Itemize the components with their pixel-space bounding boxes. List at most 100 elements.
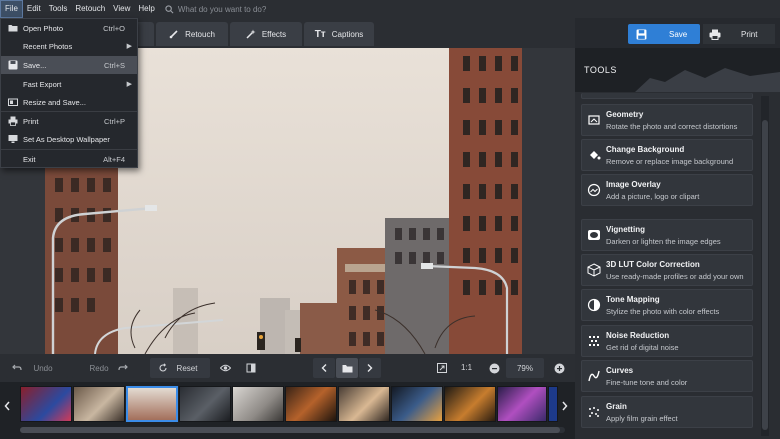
filmstrip-thumb[interactable] [391,386,443,422]
fit-screen-button[interactable] [432,358,452,378]
print-button[interactable]: Print [703,24,775,44]
filmstrip-thumb[interactable] [73,386,125,422]
vignette-icon [588,230,600,240]
tab-effects[interactable]: Effects [230,22,302,46]
monitor-icon [8,135,18,143]
tool-desc: Fine-tune tone and color [606,378,688,387]
tool-noise-reduction[interactable]: Noise Reduction Get rid of digital noise [581,325,753,357]
undo-button[interactable]: Undo [6,358,68,378]
reset-icon [159,363,167,372]
filmstrip-thumb[interactable] [444,386,496,422]
menu-item-exit[interactable]: Exit Alt+F4 [1,150,137,168]
menu-item-shortcut: Alt+F4 [103,154,125,164]
filmstrip-thumb[interactable] [338,386,390,422]
menu-view[interactable]: View [109,0,134,18]
menu-item-recent-photos[interactable]: Recent Photos ▶ [1,37,137,55]
tool-grain[interactable]: Grain Apply film grain effect [581,396,753,428]
filmstrip-thumb-selected[interactable] [126,386,178,422]
filmstrip-thumb[interactable] [179,386,231,422]
file-menu-dropdown: Open Photo Ctrl+O Recent Photos ▶ Save..… [0,18,138,168]
tool-image-overlay[interactable]: Image Overlay Add a picture, logo or cli… [581,174,753,206]
chevron-left-icon [321,364,327,372]
menu-item-set-wallpaper[interactable]: Set As Desktop Wallpaper [1,130,137,148]
search-placeholder: What do you want to do? [177,4,267,14]
tool-title: Grain [606,402,627,411]
filmstrip-thumb[interactable] [285,386,337,422]
noise-icon [589,336,599,346]
grain-icon [589,407,599,417]
open-folder-button[interactable] [336,358,358,378]
zoom-out-button[interactable] [484,358,504,378]
undo-icon [12,364,22,371]
tool-desc: Darken or lighten the image edges [606,237,721,246]
menu-item-open-photo[interactable]: Open Photo Ctrl+O [1,19,137,37]
tool-title: Noise Reduction [606,331,670,340]
save-label: Save [669,29,688,39]
filmstrip-prev-icon[interactable] [4,398,10,416]
eye-icon [219,364,231,372]
menu-retouch[interactable]: Retouch [71,0,109,18]
menu-item-label: Fast Export [23,79,62,89]
menu-tools[interactable]: Tools [45,0,72,18]
zoom-in-button[interactable] [549,358,569,378]
tool-geometry[interactable]: Geometry Rotate the photo and correct di… [581,104,753,136]
filmstrip-scrollbar[interactable] [20,427,565,433]
tab-effects-label: Effects [261,29,287,39]
menu-item-label: Exit [23,154,36,164]
filmstrip-thumb[interactable] [20,386,72,422]
redo-button[interactable]: Redo [72,358,134,378]
menu-item-label: Set As Desktop Wallpaper [23,134,110,144]
tool-title: Image Overlay [606,180,661,189]
tool-curves[interactable]: Curves Fine-tune tone and color [581,360,753,392]
folder-icon [342,364,352,372]
filmstrip-next-icon[interactable] [562,398,568,416]
save-button[interactable]: Save [628,24,700,44]
filmstrip-thumb[interactable] [497,386,547,422]
tool-change-background[interactable]: Change Background Remove or replace imag… [581,139,753,171]
menu-item-label: Save... [23,60,47,70]
tool-desc: Rotate the photo and correct distortions [606,122,738,131]
tool-3d-lut[interactable]: 3D LUT Color Correction Use ready-made p… [581,254,753,286]
reset-button[interactable]: Reset [150,358,210,378]
menu-item-shortcut: Ctrl+S [103,60,125,70]
menu-item-shortcut: Ctrl+P [103,116,125,126]
menu-item-save[interactable]: Save... Ctrl+S [1,56,137,74]
geometry-icon [588,115,600,125]
tool-desc: Add a picture, logo or clipart [606,192,700,201]
menu-item-label: Open Photo [23,23,64,33]
prev-photo-button[interactable] [313,358,335,378]
filmstrip-thumb[interactable] [548,386,558,422]
zoom-level[interactable]: 79% [506,358,544,378]
reset-label: Reset [176,363,198,373]
search-box[interactable]: What do you want to do? [165,4,267,14]
next-photo-button[interactable] [359,358,381,378]
tab-retouch[interactable]: Retouch [156,22,228,46]
printer-icon [8,116,18,126]
menu-item-print[interactable]: Print Ctrl+P [1,112,137,130]
tab-captions[interactable]: Tт Captions [304,22,374,46]
menu-help[interactable]: Help [134,0,158,18]
expand-icon [437,363,447,373]
tool-tone-mapping[interactable]: Tone Mapping Stylize the photo with colo… [581,289,753,321]
menu-item-shortcut: Ctrl+O [103,23,125,33]
menu-item-label: Print [23,116,39,126]
preview-toggle[interactable] [214,358,236,378]
tools-panel: TOOLS Geometry Rotate the photo and corr… [575,48,780,439]
tools-panel-header: TOOLS [575,48,780,92]
minus-circle-icon [489,363,499,373]
text-icon: Tт [314,28,326,40]
tab-retouch-label: Retouch [185,29,215,39]
actual-size-button[interactable]: 1:1 [461,363,472,372]
tools-scrollbar-thumb[interactable] [762,120,768,430]
menu-item-resize-and-save[interactable]: Resize and Save... [1,93,137,111]
tool-vignetting[interactable]: Vignetting Darken or lighten the image e… [581,219,753,251]
plus-circle-icon [554,363,564,373]
menu-edit[interactable]: Edit [23,0,45,18]
menu-item-fast-export[interactable]: Fast Export ▶ [1,75,137,93]
menu-file[interactable]: File [0,0,23,18]
tool-card-partial[interactable] [581,93,753,99]
compare-icon [246,363,256,373]
curves-icon [588,370,600,382]
compare-toggle[interactable] [240,358,262,378]
filmstrip-thumb[interactable] [232,386,284,422]
